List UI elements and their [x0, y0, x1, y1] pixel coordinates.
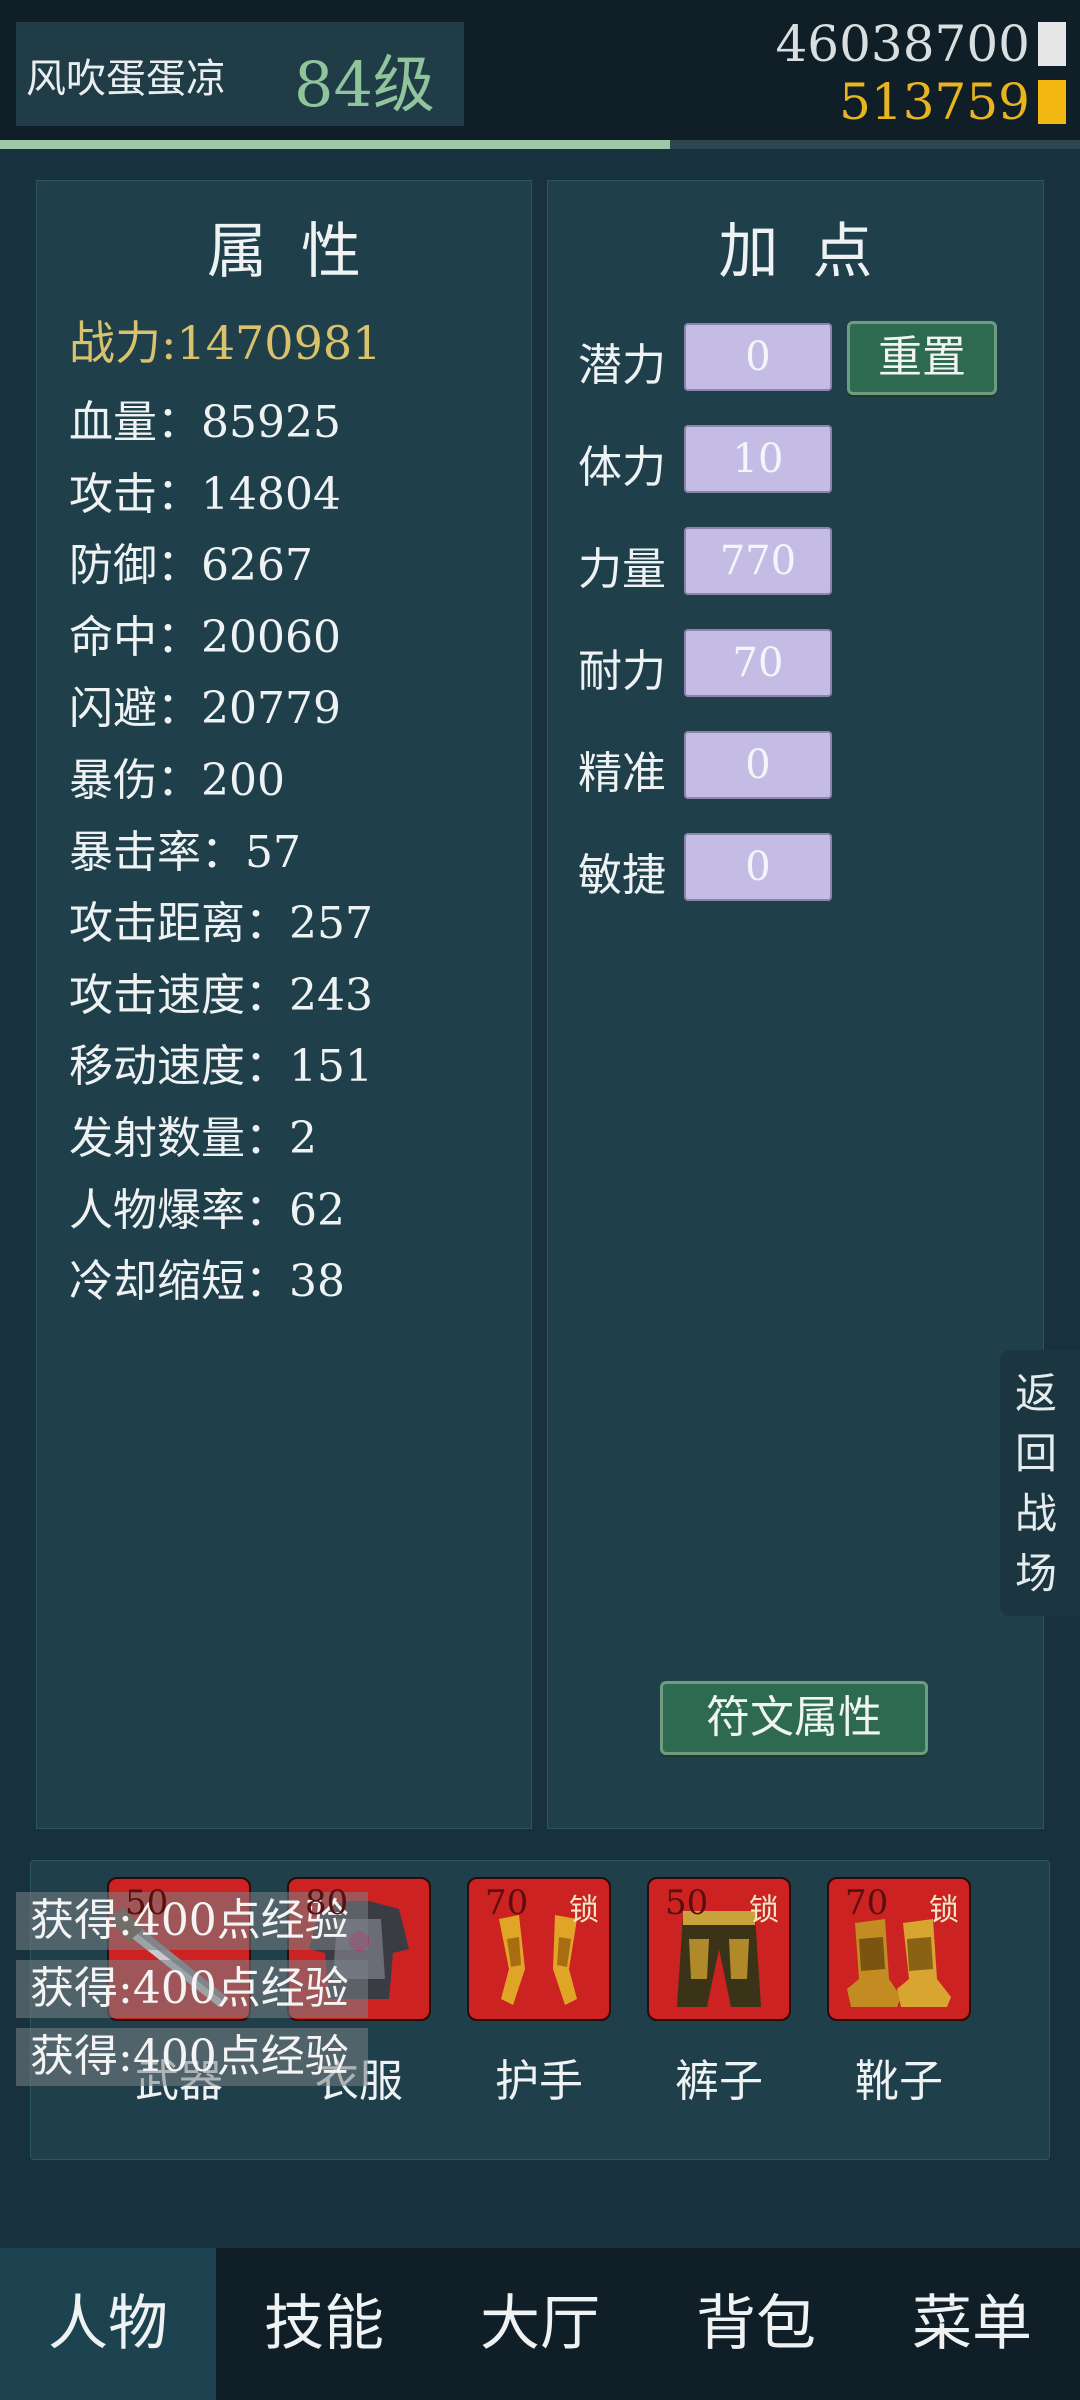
rune-attributes-button[interactable]: 符文属性: [660, 1681, 928, 1755]
return-to-battle-label: 返 回 战 场: [1014, 1369, 1057, 1598]
equip-level: 50: [125, 1883, 169, 1923]
stamina-value-field[interactable]: 10: [684, 425, 832, 493]
stat-hp: 血量：85925: [69, 397, 341, 448]
tab-skills[interactable]: 技能: [216, 2248, 432, 2400]
stat-move-speed: 移动速度：151: [69, 1041, 373, 1093]
equip-slot-icon: 70 锁: [827, 1877, 971, 2021]
stat-dodge: 闪避：20779: [69, 683, 341, 735]
exp-bar: [0, 140, 1080, 149]
equip-level: 70: [845, 1883, 889, 1923]
equip-slot-icon: 50 锁: [647, 1877, 791, 2021]
stat-attack-speed: 攻击速度：243: [69, 969, 373, 1021]
allocate-label: 潜力: [578, 340, 666, 391]
tab-menu[interactable]: 菜单: [864, 2248, 1080, 2400]
gold-coin-icon: [1038, 80, 1066, 124]
potential-value-field[interactable]: 0: [684, 323, 832, 391]
allocate-label: 耐力: [578, 646, 666, 697]
top-bar: 风吹蛋蛋凉 84级 46038700 513759: [0, 0, 1080, 140]
currency-silver-amount: 46038700: [775, 15, 1031, 73]
tab-bag[interactable]: 背包: [648, 2248, 864, 2400]
equip-slot-label: 靴子: [855, 2056, 943, 2107]
strength-value-field[interactable]: 770: [684, 527, 832, 595]
allocate-label: 精准: [578, 748, 666, 799]
allocate-label: 体力: [578, 442, 666, 493]
reset-button[interactable]: 重置: [847, 321, 997, 395]
endurance-value-field[interactable]: 70: [684, 629, 832, 697]
equip-slot-pants[interactable]: 50 锁 裤子: [647, 1877, 791, 2107]
player-info: 风吹蛋蛋凉 84级: [16, 22, 464, 126]
tab-lobby[interactable]: 大厅: [432, 2248, 648, 2400]
attributes-title: 属性: [207, 217, 395, 287]
stat-drop-rate: 人物爆率：62: [69, 1184, 345, 1236]
equip-slot-gauntlets[interactable]: 70 锁 护手: [467, 1877, 611, 2107]
stat-accuracy: 命中：20060: [69, 611, 341, 663]
precision-value-field[interactable]: 0: [684, 731, 832, 799]
stat-cooldown-reduction: 冷却缩短：38: [69, 1256, 345, 1308]
lock-icon: 锁: [749, 1893, 779, 1928]
attributes-panel: 属性 战力:1470981 血量：85925 攻击：14804 防御：6267 …: [36, 180, 532, 1829]
exp-toast: 获得:400点经验: [16, 1960, 368, 2018]
stat-attack-range: 攻击距离：257: [69, 898, 373, 950]
silver-coin-icon: [1038, 22, 1066, 66]
allocate-title: 加点: [718, 217, 907, 287]
equip-level: 80: [305, 1883, 349, 1923]
stat-attack: 攻击：14804: [69, 468, 341, 520]
stat-crit-rate: 暴击率：57: [69, 826, 301, 878]
lock-icon: 锁: [929, 1893, 959, 1928]
stat-list: 血量：85925 攻击：14804 防御：6267 命中：20060 闪避：20…: [69, 387, 373, 1318]
allocate-label: 敏捷: [578, 850, 666, 901]
equip-slot-label: 裤子: [675, 2056, 763, 2107]
combat-power: 战力:1470981: [69, 316, 382, 370]
equip-slot-boots[interactable]: 70 锁 靴子: [827, 1877, 971, 2107]
tab-character[interactable]: 人物: [0, 2248, 216, 2400]
stat-crit-damage: 暴伤：200: [69, 754, 285, 806]
player-level: 84级: [294, 48, 435, 121]
allocate-panel: 加点 潜力 0 重置 体力 10 力量 770 耐力 70 精准 0 敏捷 0 …: [547, 180, 1044, 1829]
equip-slot-icon: 70 锁: [467, 1877, 611, 2021]
lock-icon: 锁: [569, 1893, 599, 1928]
stat-defense: 防御：6267: [69, 540, 313, 592]
player-name: 风吹蛋蛋凉: [26, 56, 226, 102]
return-to-battle-button[interactable]: 返 回 战 场: [1000, 1350, 1080, 1616]
currency-silver: 46038700: [775, 14, 1066, 74]
agility-value-field[interactable]: 0: [684, 833, 832, 901]
currency-gold: 513759: [839, 72, 1066, 132]
stat-projectile-count: 发射数量：2: [69, 1112, 317, 1164]
equip-level: 50: [665, 1883, 709, 1923]
bottom-nav: 人物 技能 大厅 背包 菜单: [0, 2248, 1080, 2400]
allocate-label: 力量: [578, 544, 666, 595]
currency-gold-amount: 513759: [839, 73, 1030, 131]
exp-bar-fill: [0, 140, 670, 149]
equip-slot-label: 护手: [495, 2056, 583, 2107]
exp-toast: 获得:400点经验: [16, 2028, 368, 2086]
equip-level: 70: [485, 1883, 529, 1923]
